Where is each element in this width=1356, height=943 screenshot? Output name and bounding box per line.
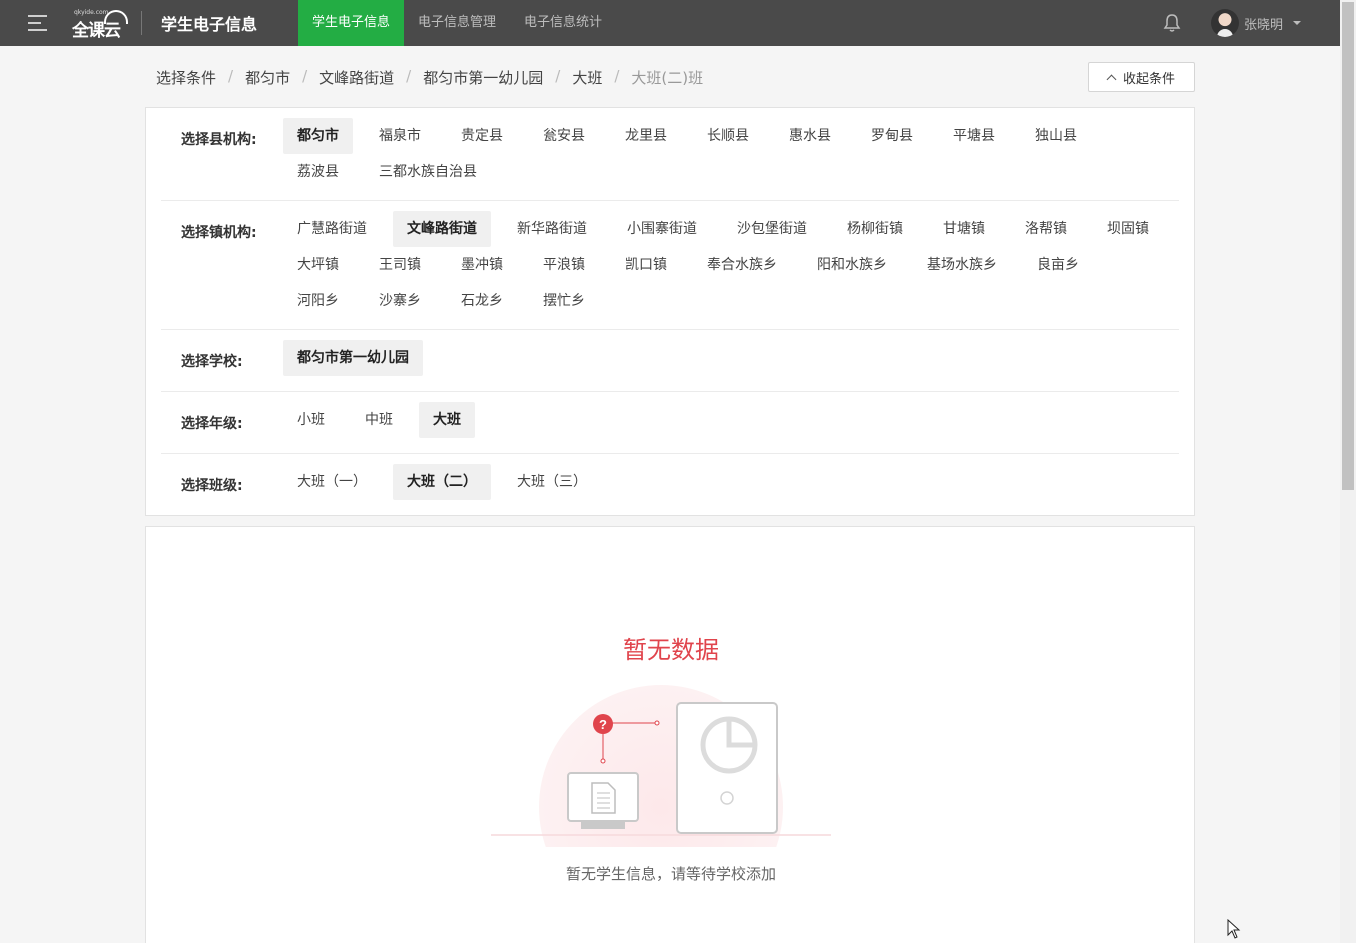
breadcrumb-item-county[interactable]: 都匀市 <box>245 67 290 88</box>
county-option[interactable]: 都匀市 <box>283 118 353 154</box>
breadcrumb-item-conditions[interactable]: 选择条件 <box>156 67 216 88</box>
filter-label-school: 选择学校: <box>181 354 243 370</box>
county-option[interactable]: 瓮安县 <box>529 118 599 154</box>
county-option[interactable]: 惠水县 <box>775 118 845 154</box>
class-option[interactable]: 大班（二） <box>393 464 491 500</box>
town-option[interactable]: 洛帮镇 <box>1011 211 1081 247</box>
filter-row-class: 选择班级: 大班（一） 大班（二） 大班（三） <box>161 454 1179 516</box>
chevron-down-icon[interactable] <box>1293 21 1301 25</box>
town-option[interactable]: 石龙乡 <box>447 283 517 319</box>
county-option[interactable]: 罗甸县 <box>857 118 927 154</box>
user-name[interactable]: 张晓明 <box>1244 14 1283 33</box>
filter-panel: 选择县机构: 都匀市 福泉市 贵定县 瓮安县 龙里县 长顺县 惠水县 罗甸县 平… <box>145 107 1195 516</box>
breadcrumb-item-school[interactable]: 都匀市第一幼儿园 <box>423 67 543 88</box>
town-option[interactable]: 新华路街道 <box>503 211 601 247</box>
filter-row-town: 选择镇机构: 广慧路街道 文峰路街道 新华路街道 小围寨街道 沙包堡街道 杨柳街… <box>161 201 1179 330</box>
town-option[interactable]: 良亩乡 <box>1023 247 1093 283</box>
county-option[interactable]: 三都水族自治县 <box>365 154 491 190</box>
breadcrumb-separator: / <box>614 67 620 85</box>
chevron-up-icon <box>1106 74 1117 84</box>
town-option[interactable]: 甘塘镇 <box>929 211 999 247</box>
county-option[interactable]: 荔波县 <box>283 154 353 190</box>
county-option[interactable]: 福泉市 <box>365 118 435 154</box>
town-option[interactable]: 坝固镇 <box>1093 211 1163 247</box>
breadcrumb-separator: / <box>302 67 308 85</box>
town-option[interactable]: 平浪镇 <box>529 247 599 283</box>
breadcrumb-item-grade[interactable]: 大班 <box>572 67 602 88</box>
county-option[interactable]: 独山县 <box>1021 118 1091 154</box>
nav-item-info-management[interactable]: 电子信息管理 <box>404 0 510 46</box>
menu-icon[interactable] <box>28 15 47 31</box>
logo-domain: qkyide.com <box>74 9 109 16</box>
town-option[interactable]: 沙包堡街道 <box>723 211 821 247</box>
filter-label-county: 选择县机构: <box>181 132 257 148</box>
class-option[interactable]: 大班（三） <box>503 464 601 500</box>
town-option[interactable]: 基场水族乡 <box>913 247 1011 283</box>
bell-icon[interactable] <box>1163 13 1181 33</box>
filter-row-school: 选择学校: 都匀市第一幼儿园 <box>161 330 1179 392</box>
town-option[interactable]: 河阳乡 <box>283 283 353 319</box>
page-scrollbar[interactable] <box>1340 0 1356 943</box>
logo-text: 全课云 <box>72 21 121 41</box>
town-option[interactable]: 摆忙乡 <box>529 283 599 319</box>
header-divider <box>141 11 142 35</box>
scrollbar-thumb[interactable] <box>1342 2 1354 490</box>
class-option[interactable]: 大班（一） <box>283 464 381 500</box>
svg-text:?: ? <box>599 717 607 732</box>
avatar[interactable] <box>1211 9 1239 37</box>
county-option[interactable]: 贵定县 <box>447 118 517 154</box>
town-option[interactable]: 小围寨街道 <box>613 211 711 247</box>
grade-option[interactable]: 大班 <box>419 402 475 438</box>
app-title: 学生电子信息 <box>161 15 258 34</box>
county-option[interactable]: 龙里县 <box>611 118 681 154</box>
filter-label-town: 选择镇机构: <box>181 225 257 241</box>
breadcrumb-separator: / <box>406 67 412 85</box>
town-option[interactable]: 杨柳街镇 <box>833 211 917 247</box>
breadcrumb-item-town[interactable]: 文峰路街道 <box>319 67 394 88</box>
town-option[interactable]: 王司镇 <box>365 247 435 283</box>
town-option[interactable]: 墨冲镇 <box>447 247 517 283</box>
county-option[interactable]: 长顺县 <box>693 118 763 154</box>
breadcrumb-separator: / <box>228 67 234 85</box>
school-option[interactable]: 都匀市第一幼儿园 <box>283 340 423 376</box>
breadcrumb-item-class: 大班(二)班 <box>631 69 704 87</box>
filter-label-class: 选择班级: <box>181 478 243 494</box>
town-option[interactable]: 沙寨乡 <box>365 283 435 319</box>
filter-row-county: 选择县机构: 都匀市 福泉市 贵定县 瓮安县 龙里县 长顺县 惠水县 罗甸县 平… <box>161 108 1179 201</box>
collapse-conditions-label: 收起条件 <box>1122 71 1175 87</box>
grade-option[interactable]: 小班 <box>283 402 339 438</box>
town-option[interactable]: 大坪镇 <box>283 247 353 283</box>
empty-state-title: 暂无数据 <box>623 636 719 664</box>
town-option[interactable]: 凯口镇 <box>611 247 681 283</box>
town-option[interactable]: 文峰路街道 <box>393 211 491 247</box>
breadcrumb-separator: / <box>555 67 561 85</box>
main-nav: 学生电子信息 电子信息管理 电子信息统计 <box>298 0 616 46</box>
student-list-panel: 暂无数据 ? 暂无学生信息，请等待学校添加 <box>145 526 1195 943</box>
county-option[interactable]: 平塘县 <box>939 118 1009 154</box>
nav-item-student-info[interactable]: 学生电子信息 <box>298 0 405 46</box>
town-option[interactable]: 奉合水族乡 <box>693 247 791 283</box>
empty-data-illustration: ? <box>491 685 831 847</box>
nav-item-info-statistics[interactable]: 电子信息统计 <box>510 0 616 46</box>
empty-state-description: 暂无学生信息，请等待学校添加 <box>565 865 776 883</box>
breadcrumb: 选择条件 / 都匀市 / 文峰路街道 / 都匀市第一幼儿园 / 大班 / 大班(… <box>156 67 703 88</box>
logo[interactable]: qkyide.com 全课云 <box>72 7 130 41</box>
filter-row-grade: 选择年级: 小班 中班 大班 <box>161 392 1179 454</box>
collapse-conditions-button[interactable]: 收起条件 <box>1088 62 1195 92</box>
town-option[interactable]: 广慧路街道 <box>283 211 381 247</box>
filter-label-grade: 选择年级: <box>181 416 243 432</box>
mouse-cursor-icon <box>1227 919 1241 939</box>
town-option[interactable]: 阳和水族乡 <box>803 247 901 283</box>
top-navbar: qkyide.com 全课云 学生电子信息 学生电子信息 电子信息管理 电子信息… <box>0 0 1340 46</box>
grade-option[interactable]: 中班 <box>351 402 407 438</box>
